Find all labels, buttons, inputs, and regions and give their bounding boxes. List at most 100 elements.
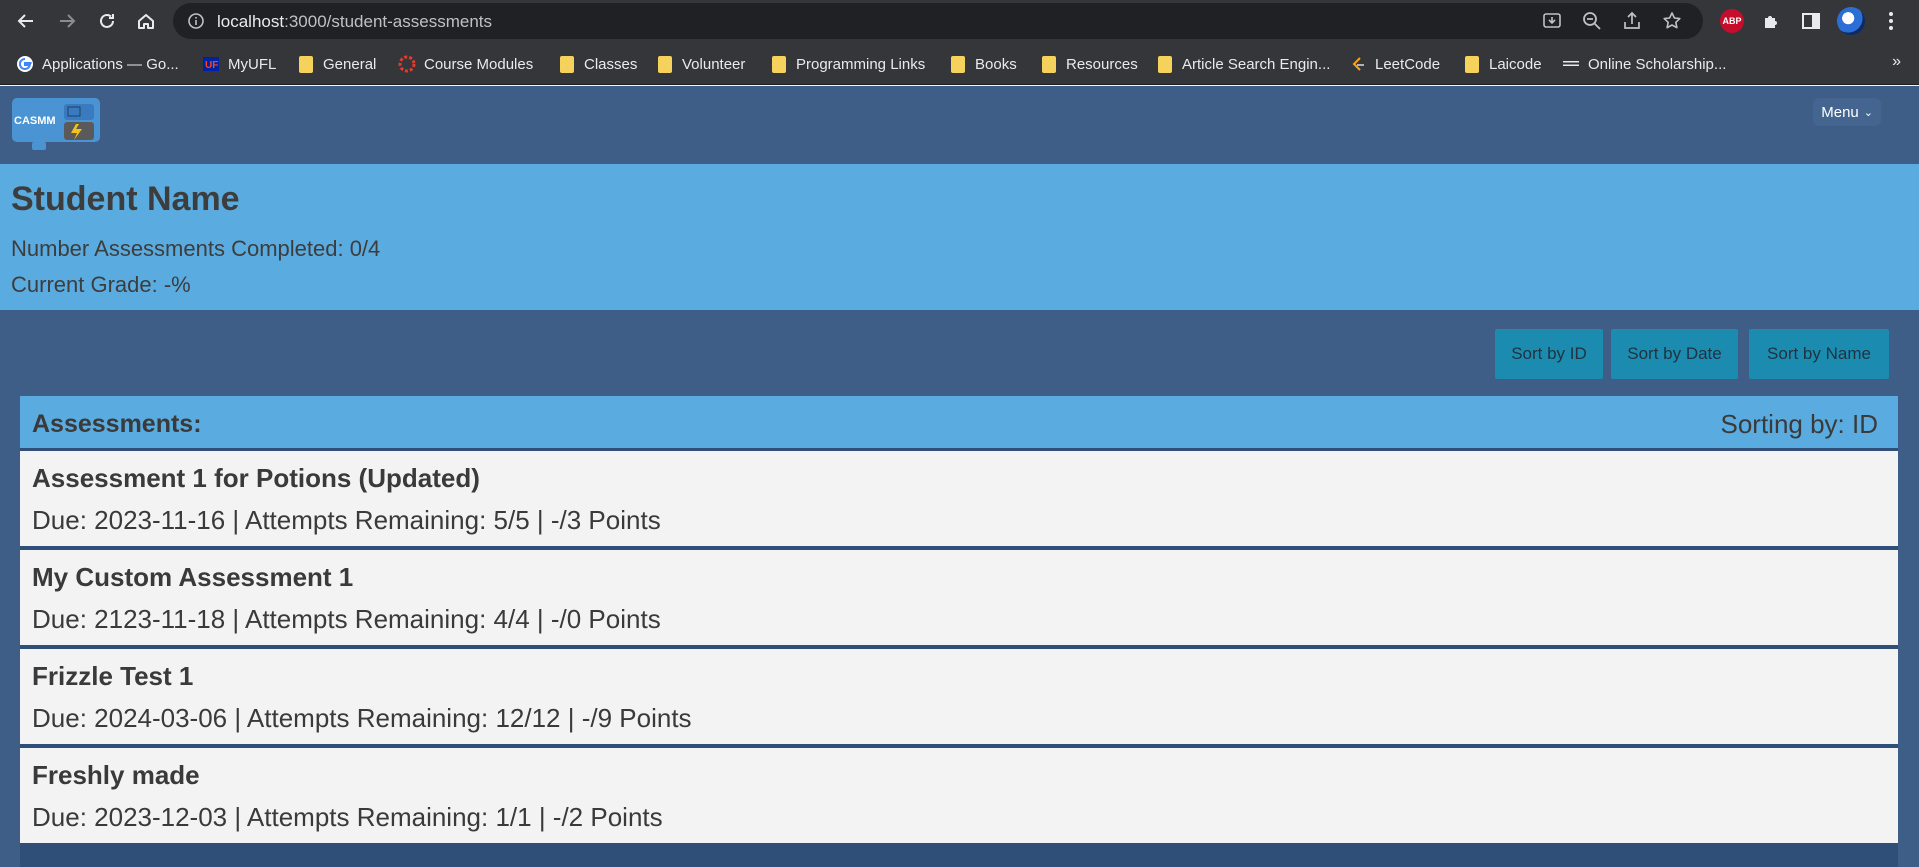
forward-arrow-icon (60, 14, 76, 28)
assessment-name: Frizzle Test 1 (32, 661, 194, 691)
svg-text:UF: UF (205, 60, 218, 71)
chevron-down-icon: ⌄ (1863, 106, 1873, 119)
bookmark-online-scholarship[interactable]: Online Scholarship... (1562, 53, 1726, 75)
sort-by-date-button[interactable]: Sort by Date (1611, 329, 1738, 379)
current-grade: Current Grade: -% (11, 272, 191, 297)
adblock-extension-button[interactable]: ABP (1718, 7, 1746, 35)
side-panel-button[interactable] (1797, 7, 1825, 35)
back-button[interactable] (11, 6, 41, 36)
side-panel-icon (1802, 13, 1820, 29)
bookmark-classes[interactable]: Classes (557, 53, 637, 75)
assessments-completed: Number Assessments Completed: 0/4 (11, 236, 381, 261)
assessment-item[interactable]: My Custom Assessment 1 Due: 2123-11-18 |… (20, 550, 1898, 645)
assessment-item[interactable]: Assessment 1 for Potions (Updated) Due: … (20, 451, 1898, 546)
bookmark-programming-links[interactable]: Programming Links (769, 53, 925, 75)
forward-button[interactable] (52, 6, 82, 36)
folder-icon (772, 55, 786, 73)
assessment-details: Due: 2023-12-03 | Attempts Remaining: 1/… (32, 802, 663, 832)
bookmark-article-search[interactable]: Article Search Engin... (1155, 53, 1330, 75)
menu-label: Menu (1821, 103, 1859, 121)
home-button[interactable] (131, 6, 161, 36)
uf-icon: UF (203, 57, 219, 71)
bookmark-volunteer[interactable]: Volunteer (655, 53, 745, 75)
menu-dropdown-button[interactable]: Menu ⌄ (1813, 98, 1881, 126)
assessments-header: Assessments: Sorting by: ID (20, 396, 1898, 448)
url-text: localhost:3000/student-assessments (217, 12, 492, 32)
bookmark-label: Course Modules (424, 55, 534, 73)
url-host: localhost (217, 12, 285, 31)
app-root: CASMM Menu ⌄ Student Name Number Assessm… (0, 86, 1919, 867)
leetcode-icon (1352, 57, 1364, 71)
folder-icon (1042, 55, 1056, 73)
browser-toolbar: localhost:3000/student-assessments ABP (0, 0, 1919, 43)
profile-avatar (1837, 7, 1865, 35)
sort-by-name-button[interactable]: Sort by Name (1749, 329, 1889, 379)
profile-button[interactable] (1837, 7, 1865, 35)
student-name: Student Name (11, 180, 240, 218)
adblock-icon: ABP (1720, 9, 1744, 33)
bookmark-star-icon[interactable] (1661, 10, 1683, 32)
folder-icon (658, 55, 672, 73)
bookmark-label: Books (975, 55, 1017, 73)
bookmarks-overflow-button[interactable]: » (1892, 53, 1901, 71)
home-icon (138, 14, 154, 29)
folder-icon (1465, 55, 1479, 73)
assessment-details: Due: 2024-03-06 | Attempts Remaining: 12… (32, 703, 692, 733)
bookmark-label: Online Scholarship... (1588, 55, 1727, 73)
share-icon[interactable] (1621, 10, 1643, 32)
bookmark-applications[interactable]: Applications — Go... (16, 53, 179, 75)
bookmark-label: Volunteer (682, 55, 746, 73)
address-bar[interactable]: localhost:3000/student-assessments (173, 3, 1703, 39)
bookmark-label: LeetCode (1375, 55, 1441, 73)
bookmark-course-modules[interactable]: Course Modules (398, 53, 533, 75)
bookmark-resources[interactable]: Resources (1039, 53, 1138, 75)
extensions-button[interactable] (1757, 7, 1785, 35)
bookmark-label: Classes (584, 55, 638, 73)
bookmark-books[interactable]: Books (948, 53, 1017, 75)
zoom-icon[interactable] (1581, 10, 1603, 32)
url-path: :3000/student-assessments (284, 12, 493, 31)
reload-button[interactable] (92, 6, 122, 36)
student-summary-panel: Student Name Number Assessments Complete… (0, 164, 1919, 310)
sort-by-id-button[interactable]: Sort by ID (1495, 329, 1603, 379)
bookmark-myufl[interactable]: UF MyUFL (202, 53, 276, 75)
folder-icon (299, 55, 313, 73)
assessment-name: Freshly made (32, 760, 200, 790)
site-info-icon[interactable] (187, 12, 205, 30)
back-arrow-icon (17, 14, 33, 28)
bookmark-label: Resources (1066, 55, 1138, 73)
bookmark-label: Applications — Go... (42, 55, 179, 73)
browser-menu-button[interactable] (1877, 7, 1905, 35)
kebab-menu-icon (1889, 12, 1893, 30)
site-icon (1563, 61, 1579, 66)
folder-icon (560, 55, 574, 73)
canvas-icon (398, 55, 416, 73)
bookmark-label: General (323, 55, 377, 73)
assessment-name: Assessment 1 for Potions (Updated) (32, 463, 480, 493)
bookmark-label: Laicode (1489, 55, 1542, 73)
assessment-details: Due: 2023-11-16 | Attempts Remaining: 5/… (32, 505, 661, 535)
logo-text: CASMM (14, 115, 56, 127)
install-app-icon[interactable] (1541, 10, 1563, 32)
app-navbar: CASMM Menu ⌄ (0, 86, 1919, 164)
casmm-logo[interactable]: CASMM (12, 94, 104, 154)
assessments-title: Assessments: (32, 410, 202, 438)
puzzle-icon (1765, 16, 1777, 28)
assessments-list: Assessments: Sorting by: ID Assessment 1… (20, 396, 1898, 867)
assessment-item[interactable]: Freshly made Due: 2023-12-03 | Attempts … (20, 748, 1898, 843)
reload-icon (100, 13, 114, 28)
bookmark-label: Article Search Engin... (1182, 55, 1331, 73)
google-icon (17, 56, 33, 72)
folder-icon (1158, 55, 1172, 73)
assessment-details: Due: 2123-11-18 | Attempts Remaining: 4/… (32, 604, 661, 634)
bookmark-laicode[interactable]: Laicode (1462, 53, 1542, 75)
sorting-indicator: Sorting by: ID (1720, 409, 1878, 439)
folder-icon (951, 55, 965, 73)
assessment-item[interactable]: Frizzle Test 1 Due: 2024-03-06 | Attempt… (20, 649, 1898, 744)
bookmark-leetcode[interactable]: LeetCode (1349, 53, 1440, 75)
assessment-name: My Custom Assessment 1 (32, 562, 354, 592)
bookmark-label: MyUFL (228, 55, 277, 73)
bookmark-general[interactable]: General (296, 53, 376, 75)
bookmarks-bar: Applications — Go... UF MyUFL General Co… (0, 43, 1919, 85)
bookmark-label: Programming Links (796, 55, 926, 73)
